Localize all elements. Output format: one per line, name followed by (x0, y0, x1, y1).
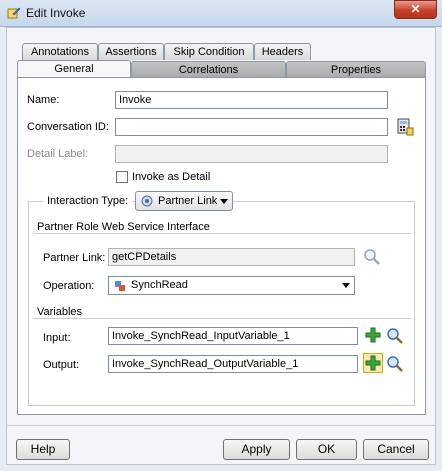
edit-invoke-icon (7, 7, 21, 19)
operation-label: Operation: (43, 280, 95, 292)
tab-correlations[interactable]: Correlations (131, 61, 286, 78)
partner-link-label: Partner Link: (43, 252, 106, 264)
partner-role-section-title: Partner Role Web Service Interface (37, 221, 210, 233)
interaction-type-label: Interaction Type: (43, 195, 133, 207)
chevron-down-icon (342, 283, 350, 288)
button-bar-divider (6, 425, 436, 426)
partner-link-field[interactable]: getCPDetails (108, 248, 355, 266)
section-divider (33, 233, 411, 234)
operation-icon (115, 281, 125, 291)
interaction-type-dropdown[interactable]: Partner Link (135, 191, 233, 211)
operation-value: SynchRead (131, 279, 188, 291)
operation-dropdown[interactable]: SynchRead (108, 276, 355, 295)
input-label: Input: (43, 332, 71, 344)
partner-link-icon (141, 195, 153, 207)
output-label: Output: (43, 359, 80, 371)
tab-headers[interactable]: Headers (254, 43, 311, 60)
tab-skip-condition[interactable]: Skip Condition (164, 43, 254, 60)
tab-annotations[interactable]: Annotations (22, 43, 98, 60)
magnifier-icon[interactable] (363, 248, 381, 266)
apply-button[interactable]: Apply (223, 439, 290, 460)
detail-label-field[interactable] (115, 145, 388, 163)
input-variable-field[interactable]: Invoke_SynchRead_InputVariable_1 (108, 327, 358, 345)
interaction-type-value: Partner Link (158, 195, 218, 207)
tab-properties[interactable]: Properties (286, 61, 426, 78)
ok-button[interactable]: OK (296, 439, 357, 460)
close-icon[interactable]: ✕ (395, 1, 436, 18)
magnifier-icon[interactable] (386, 327, 404, 345)
detail-label-label: Detail Label: (27, 148, 89, 160)
magnifier-icon[interactable] (386, 355, 404, 373)
close-button[interactable]: ✕ (394, 0, 437, 19)
window-title: Edit Invoke (26, 6, 86, 20)
conversation-id-field[interactable] (115, 118, 388, 136)
name-label: Name: (27, 94, 60, 106)
invoke-as-detail-label: Invoke as Detail (132, 171, 211, 183)
tab-general[interactable]: General (17, 60, 131, 78)
variables-divider (33, 318, 411, 319)
cancel-button[interactable]: Cancel (363, 439, 429, 460)
calculator-icon[interactable] (396, 118, 414, 136)
add-plus-icon[interactable] (365, 327, 381, 343)
help-button[interactable]: Help (16, 439, 70, 460)
variables-title: Variables (37, 306, 83, 318)
add-plus-icon[interactable] (365, 355, 381, 371)
title-bar: Edit Invoke ✕ (0, 0, 442, 27)
add-button-hover[interactable] (363, 353, 383, 373)
tab-assertions[interactable]: Assertions (98, 43, 164, 60)
chevron-down-icon (220, 199, 228, 204)
invoke-as-detail-checkbox[interactable] (116, 171, 128, 183)
output-variable-field[interactable]: Invoke_SynchRead_OutputVariable_1 (108, 355, 358, 373)
conversation-id-label: Conversation ID: (27, 121, 109, 133)
name-field[interactable]: Invoke (115, 91, 388, 109)
